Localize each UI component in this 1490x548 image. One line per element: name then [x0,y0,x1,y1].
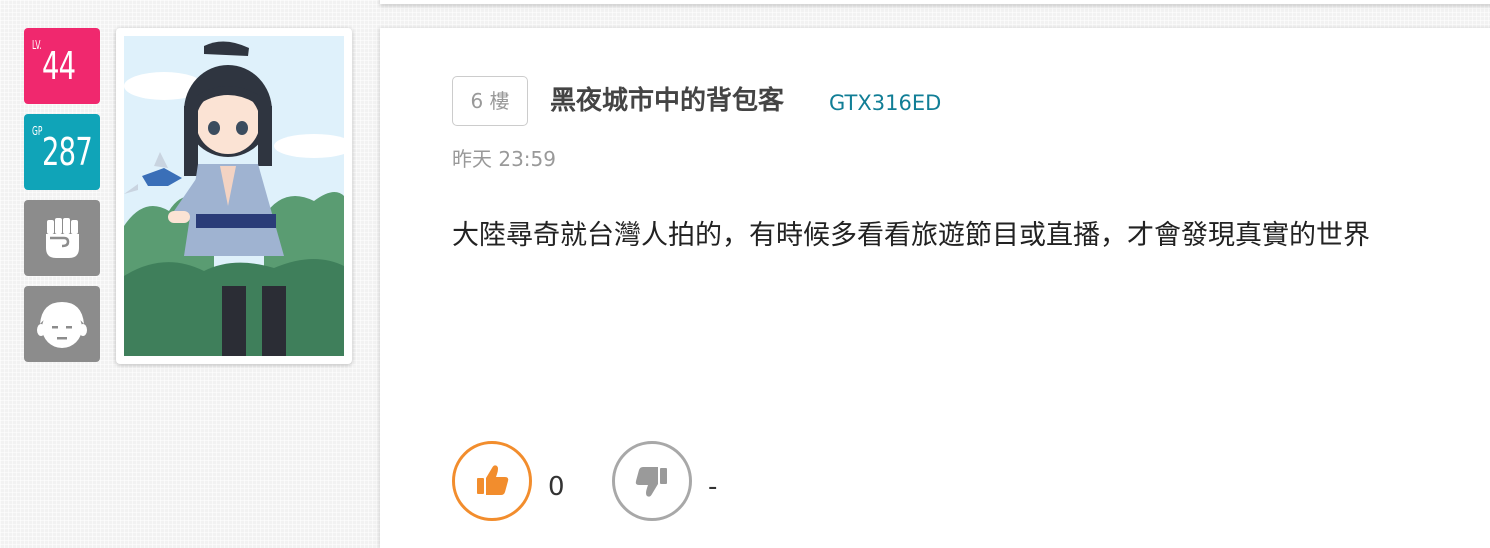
career-badge[interactable] [24,286,100,362]
thumbs-up-icon [477,465,509,495]
post-card: 6 樓 黑夜城市中的背包客 GTX316ED 昨天 23:59 大陸尋奇就台灣人… [380,28,1490,548]
post-timestamp: 昨天 23:59 [452,147,556,171]
level-value: 44 [42,44,76,88]
race-badge[interactable] [24,200,100,276]
gp-badge[interactable]: GP 287 [24,114,100,190]
author-name[interactable]: 黑夜城市中的背包客 [550,84,784,118]
user-badges: LV. 44 GP 287 [24,28,100,372]
avatar [124,36,344,356]
previous-post-card [380,0,1490,4]
gp-prefix: GP [32,124,43,138]
face-icon [37,302,87,348]
post-content: 大陸尋奇就台灣人拍的，有時候多看看旅遊節目或直播，才會發現真實的世界 [452,220,1370,251]
level-badge[interactable]: LV. 44 [24,28,100,104]
fist-icon [46,218,79,258]
dislike-button[interactable] [612,441,692,521]
avatar-card[interactable] [116,28,352,364]
floor-number[interactable]: 6 樓 [452,76,528,126]
like-count: 0 [548,472,565,502]
like-button[interactable] [452,441,532,521]
dislike-count: - [708,472,718,502]
author-id[interactable]: GTX316ED [829,90,941,116]
gp-value: 287 [42,130,93,174]
thumbs-down-icon [635,467,667,497]
level-prefix: LV. [32,38,42,52]
